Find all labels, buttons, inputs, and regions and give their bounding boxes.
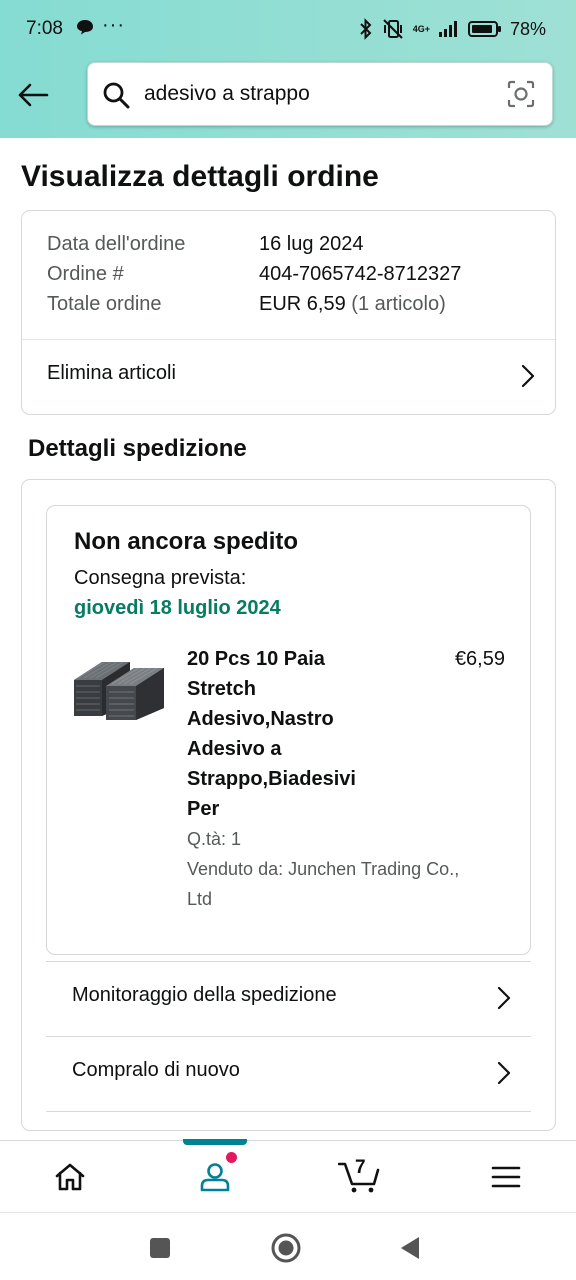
battery-percent: 78% bbox=[509, 18, 546, 39]
nav-account[interactable] bbox=[179, 1141, 251, 1213]
order-summary-card: Data dell'ordine 16 lug 2024 Ordine # 40… bbox=[21, 210, 556, 415]
back-button[interactable] bbox=[14, 76, 52, 114]
vibrate-off-icon bbox=[382, 19, 403, 39]
delivery-eta-label: Consegna prevista: bbox=[74, 567, 247, 589]
cart-count: 7 bbox=[355, 1157, 366, 1178]
status-time: 7:08 bbox=[26, 18, 63, 39]
signal-icon bbox=[438, 21, 457, 37]
recents-button[interactable] bbox=[143, 1231, 177, 1265]
search-icon bbox=[103, 82, 130, 109]
product-image[interactable] bbox=[72, 656, 166, 722]
home-button[interactable] bbox=[269, 1231, 303, 1265]
home-circle-icon bbox=[271, 1233, 301, 1263]
status-icons: 4G+ 78% bbox=[359, 15, 546, 43]
track-shipment-row[interactable]: Monitoraggio della spedizione bbox=[46, 961, 531, 1036]
order-date-value: 16 lug 2024 bbox=[259, 233, 364, 255]
order-date-label: Data dell'ordine bbox=[47, 233, 186, 255]
product-price: €6,59 bbox=[454, 648, 505, 670]
remove-items-label: Elimina articoli bbox=[47, 362, 176, 384]
order-total-amount: EUR 6,59 bbox=[259, 293, 346, 315]
order-total-count: (1 articolo) bbox=[351, 293, 446, 315]
bottom-nav bbox=[0, 1139, 576, 1213]
back-arrow-icon bbox=[18, 83, 49, 107]
recents-icon bbox=[150, 1238, 170, 1258]
bluetooth-icon bbox=[359, 18, 372, 40]
delivery-eta-date: giovedì 18 luglio 2024 bbox=[74, 597, 281, 619]
shipment-item-card[interactable]: Non ancora spedito Consegna prevista: gi… bbox=[46, 505, 531, 955]
chevron-right-icon bbox=[521, 364, 535, 388]
order-number-label: Ordine # bbox=[47, 263, 124, 285]
home-icon bbox=[55, 1163, 85, 1191]
track-shipment-label: Monitoraggio della spedizione bbox=[72, 984, 337, 1006]
product-title-line: Stretch bbox=[187, 678, 256, 700]
search-bar[interactable]: adesivo a strappo bbox=[87, 62, 553, 126]
remove-items-row[interactable]: Elimina articoli bbox=[22, 340, 555, 415]
shipment-section-title: Dettagli spedizione bbox=[28, 435, 247, 462]
order-total-label: Totale ordine bbox=[47, 293, 162, 315]
network-type: 4G+ bbox=[412, 23, 430, 34]
product-seller: Venduto da: Junchen Trading Co., Ltd bbox=[187, 854, 497, 914]
camera-lens-icon[interactable] bbox=[506, 79, 536, 109]
battery-icon bbox=[467, 21, 501, 37]
product-title-line: 20 Pcs 10 Paia bbox=[187, 648, 325, 670]
shipment-card: Non ancora spedito Consegna prevista: gi… bbox=[21, 479, 556, 1131]
back-nav-button[interactable] bbox=[393, 1231, 427, 1265]
nav-menu[interactable] bbox=[470, 1141, 542, 1213]
product-title[interactable]: 20 Pcs 10 Paia Stretch Adesivo,Nastro Ad… bbox=[187, 644, 387, 824]
product-seller-line: Venduto da: Junchen Trading Co., bbox=[187, 859, 460, 879]
divider bbox=[46, 1111, 531, 1112]
back-triangle-icon bbox=[401, 1237, 419, 1259]
menu-icon bbox=[491, 1166, 521, 1188]
status-bar: 7:08 ··· 4G+ 78% bbox=[0, 0, 576, 58]
nav-home[interactable] bbox=[34, 1141, 106, 1213]
shipment-status: Non ancora spedito bbox=[74, 528, 299, 555]
page-title: Visualizza dettagli ordine bbox=[21, 160, 379, 193]
product-title-line: Adesivo,Nastro bbox=[187, 708, 334, 730]
product-title-line: Per bbox=[187, 798, 220, 820]
status-more-indicator: ··· bbox=[102, 14, 125, 36]
system-nav-bar bbox=[0, 1212, 576, 1280]
chevron-right-icon bbox=[497, 986, 511, 1010]
order-number-value: 404-7065742-8712327 bbox=[259, 263, 462, 285]
product-seller-line: Ltd bbox=[187, 889, 213, 909]
search-input[interactable]: adesivo a strappo bbox=[144, 82, 310, 106]
buy-again-row[interactable]: Compralo di nuovo bbox=[46, 1036, 531, 1111]
account-icon bbox=[200, 1163, 230, 1192]
product-title-line: Strappo,Biadesivi bbox=[187, 768, 356, 790]
buy-again-label: Compralo di nuovo bbox=[72, 1059, 240, 1081]
notification-dot bbox=[226, 1152, 237, 1163]
chevron-right-icon bbox=[497, 1061, 511, 1085]
product-quantity: Q.tà: 1 bbox=[187, 829, 242, 849]
chat-bubble-icon bbox=[77, 20, 93, 35]
order-total-value: EUR 6,59 (1 articolo) bbox=[259, 293, 446, 316]
product-title-line: Adesivo a bbox=[187, 738, 282, 760]
